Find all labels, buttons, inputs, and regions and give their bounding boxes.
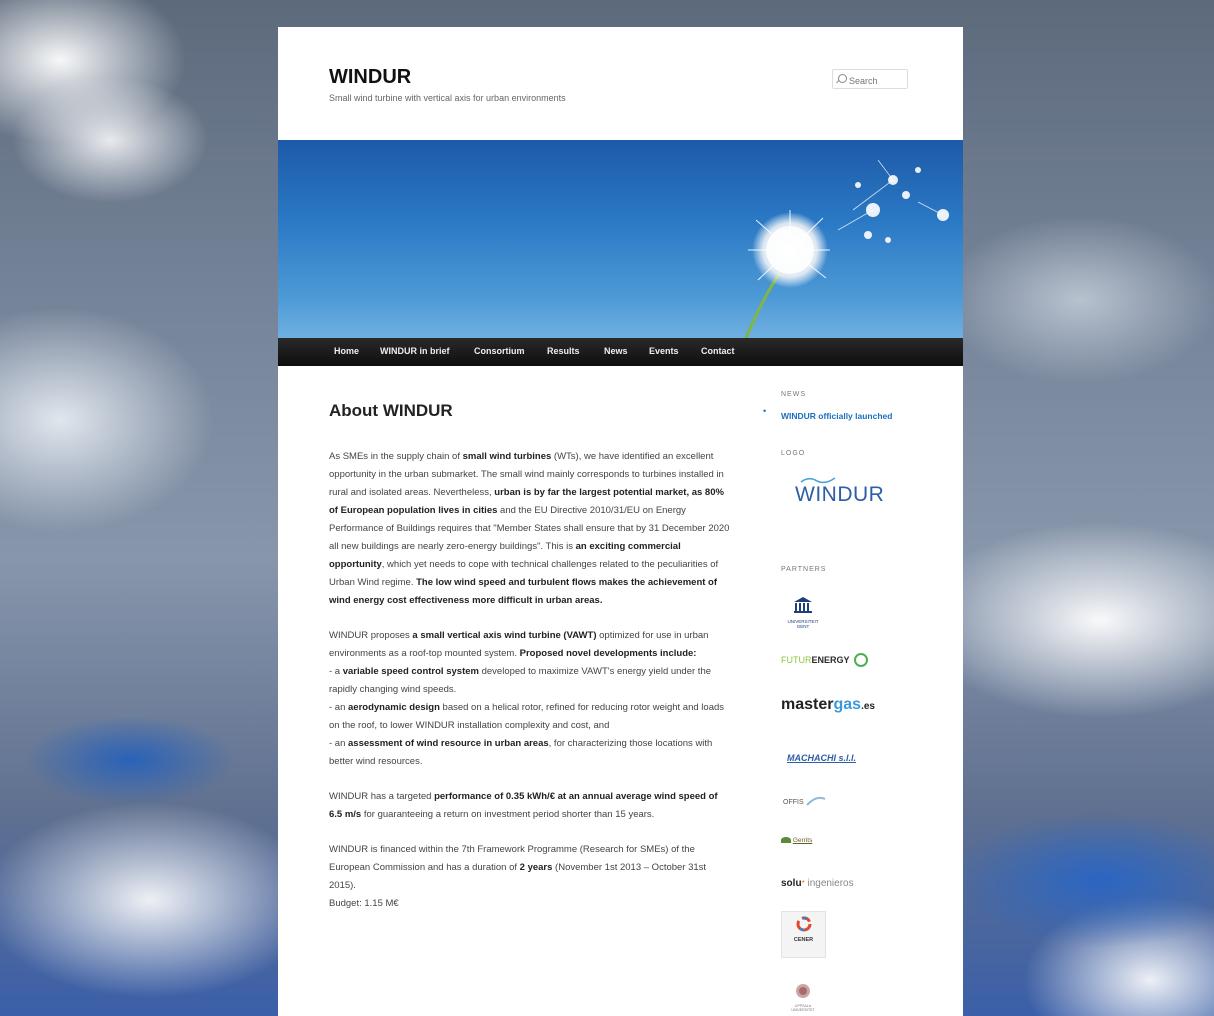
text: - an — [329, 702, 349, 713]
partner-logo-ugent[interactable]: UNIVERSITEIT GENT — [781, 596, 825, 629]
partner-name: CENER — [793, 937, 814, 943]
offis-swoosh-icon — [805, 796, 825, 806]
text: for guaranteeing a return on investment … — [361, 809, 655, 820]
nav-results[interactable]: Results — [547, 346, 580, 356]
partner-name: UPPSALA UNIVERSITET — [791, 1004, 815, 1012]
news-list: • WINDUR officially launched — [763, 406, 941, 424]
bold-text: a small vertical axis wind turbine (VAWT… — [412, 630, 597, 641]
article-title: About WINDUR — [329, 401, 453, 420]
partner-logo-machachi[interactable]: MACHACHI s.l.l. — [787, 753, 856, 763]
partner-logo-futurenergy[interactable]: FUTURENERGY — [781, 653, 868, 667]
partner-name: UNIVERSITEIT GENT — [787, 619, 819, 629]
bullet-icon: • — [763, 406, 767, 416]
partner-logo-cener[interactable]: CENER — [781, 911, 826, 958]
partner-logo-uppsala[interactable]: UPPSALA UNIVERSITET — [784, 983, 822, 1012]
windur-logo-text: WINDUR — [795, 483, 885, 506]
bold-text: variable speed control system — [342, 666, 479, 677]
partner-logo-offis[interactable]: OFFIS — [783, 795, 826, 807]
main-navigation: Home WINDUR in brief Consortium Results … — [278, 338, 963, 366]
nav-windur-in-brief[interactable]: WINDUR in brief — [380, 346, 450, 356]
cener-circle-icon — [796, 916, 811, 932]
bold-text: aerodynamic design — [348, 702, 440, 713]
wind-waves-icon — [800, 477, 836, 484]
partner-logo-mastergas[interactable]: mastergas.es — [781, 696, 875, 714]
partner-name: OFFIS — [783, 799, 804, 806]
budget-text: Budget: 1.15 M€ — [329, 898, 399, 909]
site-header: WINDUR Small wind turbine with vertical … — [278, 27, 963, 140]
partner-name: solu — [781, 878, 802, 889]
text: - a — [329, 666, 343, 677]
paragraph-proposal: WINDUR proposes a small vertical axis wi… — [329, 627, 732, 771]
widget-title-news: NEWS — [781, 391, 806, 398]
university-building-icon — [794, 597, 812, 613]
paragraph-performance: WINDUR has a targeted performance of 0.3… — [329, 788, 732, 824]
bold-text: 2 years — [519, 862, 553, 873]
nav-events[interactable]: Events — [649, 346, 679, 356]
paragraph-intro: As SMEs in the supply chain of small win… — [329, 448, 732, 610]
header-banner-image — [278, 140, 963, 338]
site-description: Small wind turbine with vertical axis fo… — [329, 93, 566, 103]
partner-name: master — [781, 696, 834, 713]
nav-news[interactable]: News — [604, 346, 628, 356]
dot-icon: * — [801, 879, 805, 888]
sidebar: NEWS • WINDUR officially launched LOGO W… — [763, 391, 941, 1012]
nav-home[interactable]: Home — [334, 346, 359, 356]
widget-title-partners: PARTNERS — [781, 566, 827, 573]
nav-contact[interactable]: Contact — [701, 346, 735, 356]
paragraph-funding: WINDUR is financed within the 7th Framew… — [329, 841, 732, 913]
uppsala-seal-icon — [796, 984, 810, 998]
text: - an — [329, 738, 349, 749]
nav-consortium[interactable]: Consortium — [474, 346, 525, 356]
partner-name: FUTUR — [781, 655, 812, 665]
windur-logo[interactable]: WINDUR — [795, 477, 885, 507]
text: WINDUR proposes — [329, 630, 413, 641]
partner-name: gas — [833, 696, 862, 713]
widget-title-logo: LOGO — [781, 450, 806, 457]
bold-text: Proposed novel developments include: — [519, 648, 697, 659]
partner-name: ingenieros — [807, 878, 854, 889]
article-content: About WINDUR As SMEs in the supply chain… — [329, 401, 732, 913]
bold-text: assessment of wind resource in urban are… — [348, 738, 549, 749]
search-icon — [838, 74, 847, 83]
partner-logo-solute[interactable]: solu* ingenieros — [781, 878, 854, 889]
page-container: WINDUR Small wind turbine with vertical … — [278, 27, 963, 1016]
text: As SMEs in the supply chain of — [329, 451, 463, 462]
partner-name: ENERGY — [811, 655, 850, 665]
text: WINDUR has a targeted — [329, 791, 435, 802]
news-item-link[interactable]: WINDUR officially launched — [781, 411, 892, 421]
partner-logo-gerrits[interactable]: Gerrits — [781, 837, 812, 844]
energy-ring-icon — [853, 653, 868, 667]
bold-text: small wind turbines — [462, 451, 552, 462]
leaf-icon — [781, 837, 791, 843]
dandelion-illustration — [744, 159, 949, 338]
partner-name: .es — [861, 701, 875, 712]
site-title[interactable]: WINDUR — [329, 66, 411, 89]
partner-name: Gerrits — [792, 837, 813, 844]
